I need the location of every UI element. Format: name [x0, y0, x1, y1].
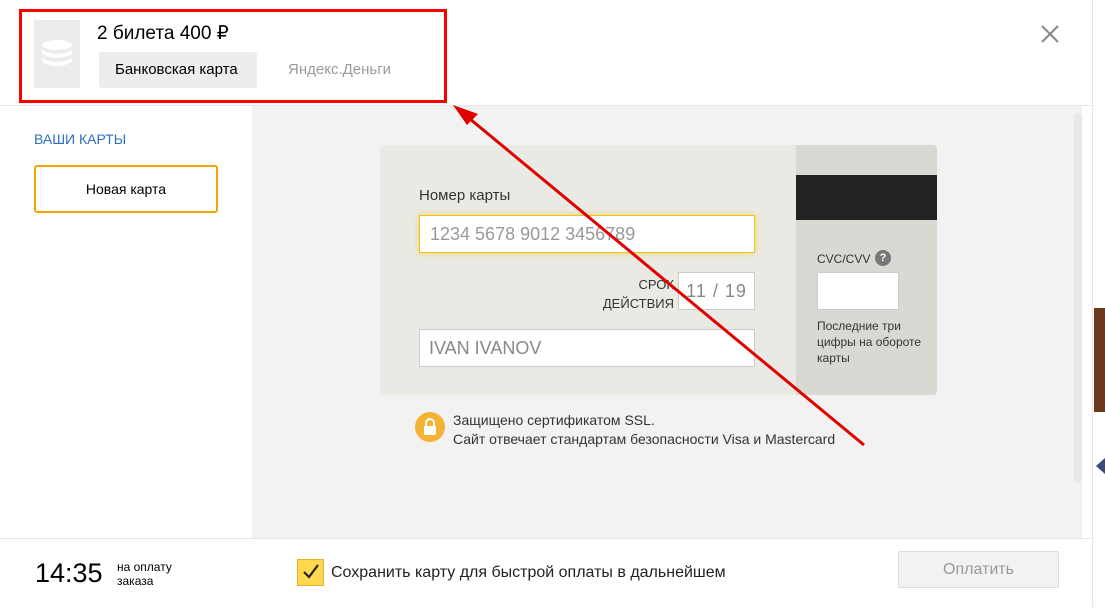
close-icon — [1041, 25, 1059, 43]
cardholder-input[interactable]: IVAN IVANOV — [419, 329, 755, 367]
cvc-label: CVC/CVV — [817, 252, 871, 266]
ssl-lock-icon — [415, 412, 445, 442]
scrollbar[interactable] — [1074, 113, 1082, 483]
card-magnetic-stripe — [796, 175, 937, 220]
new-card-button[interactable]: Новая карта — [34, 165, 218, 213]
ssl-notice-line1: Защищено сертификатом SSL. — [453, 412, 655, 428]
card-number-label: Номер карты — [419, 187, 511, 204]
save-card-checkbox[interactable] — [297, 559, 324, 586]
annotation-highlight-box — [19, 9, 447, 103]
expiry-label: СРОК ДЕЙСТВИЯ — [602, 277, 674, 311]
expiry-input[interactable]: 11 / 19 — [678, 272, 755, 310]
save-card-label[interactable]: Сохранить карту для быстрой оплаты в дал… — [331, 564, 726, 582]
ssl-notice-line2: Сайт отвечает стандартам безопасности Vi… — [453, 431, 836, 447]
card-number-input[interactable] — [419, 215, 755, 253]
background-page-edge — [1092, 0, 1105, 607]
ssl-notice: Защищено сертификатом SSL. Сайт отвечает… — [453, 411, 835, 449]
help-icon[interactable]: ? — [875, 250, 891, 266]
saved-cards-title: ВАШИ КАРТЫ — [34, 131, 127, 147]
background-page-fragment — [1094, 308, 1105, 412]
timer-label: на оплату заказа — [117, 560, 172, 588]
checkmark-icon — [303, 564, 319, 579]
close-button[interactable] — [1038, 22, 1062, 46]
payment-modal: 2 билета 400 ₽ Банковская карта Яндекс.Д… — [0, 0, 1092, 608]
cvc-input[interactable] — [817, 272, 899, 310]
timer-label-line2: заказа — [117, 574, 154, 588]
saved-cards-sidebar: ВАШИ КАРТЫ Новая карта — [0, 106, 252, 538]
payment-header: 2 билета 400 ₽ Банковская карта Яндекс.Д… — [0, 0, 1092, 106]
cvc-hint: Последние три цифры на обороте карты — [817, 319, 922, 365]
payment-timer: 14:35 — [35, 558, 103, 588]
pay-button[interactable]: Оплатить — [898, 551, 1059, 588]
timer-label-line1: на оплату — [117, 560, 172, 574]
